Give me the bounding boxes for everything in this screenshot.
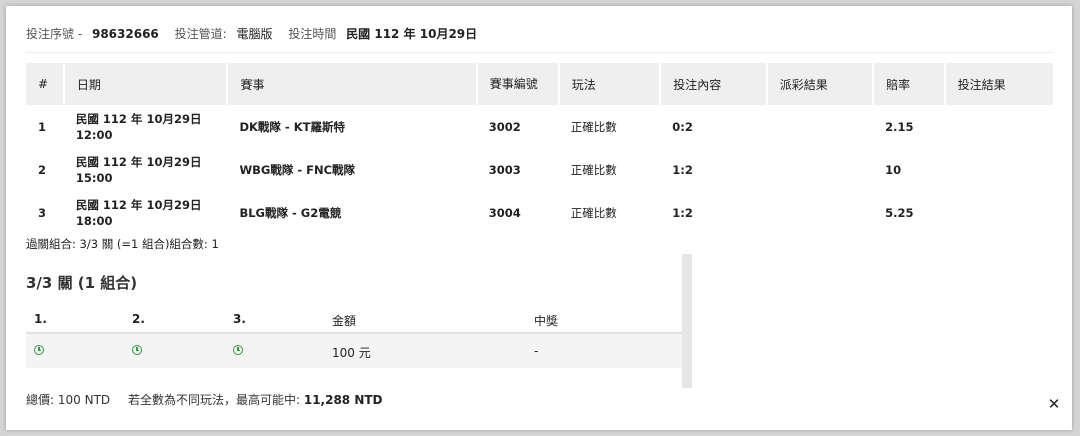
col-event-no: 賽事編號 bbox=[476, 63, 560, 105]
combo-prize: - bbox=[534, 344, 539, 358]
row-match: DK戰隊 - KT羅斯特 bbox=[239, 119, 345, 134]
row-payout bbox=[767, 191, 873, 234]
bet-footer: 總價: 100 NTD 若全數為不同玩法，最高可能中: 11,288 NTD bbox=[26, 391, 383, 408]
max-win-value: 11,288 NTD bbox=[303, 393, 383, 407]
row-date-time: 12:00 bbox=[75, 127, 113, 142]
col-play: 玩法 bbox=[558, 63, 662, 105]
combo-col-1: 1. bbox=[34, 312, 47, 326]
col-match: 賽事 bbox=[227, 63, 478, 105]
serial-value: 98632666 bbox=[91, 27, 159, 41]
combo-leg-1-status[interactable] bbox=[34, 344, 44, 358]
row-date-day: 民國 112 年 10月29日 bbox=[75, 154, 202, 169]
row-index: 3 bbox=[38, 205, 47, 220]
combo-col-amount: 金額 bbox=[332, 314, 357, 328]
total-value: 100 NTD bbox=[57, 393, 111, 407]
time-label: 投注時間 bbox=[288, 27, 337, 41]
row-payout bbox=[767, 105, 873, 148]
channel-label: 投注管道: bbox=[174, 27, 227, 41]
row-date: 民國 112 年 10月29日 18:00 bbox=[64, 191, 228, 234]
combo-scrollbar[interactable] bbox=[682, 254, 692, 388]
row-odds: 5.25 bbox=[885, 205, 914, 220]
row-play: 正確比數 bbox=[570, 119, 617, 134]
max-win-label: 若全數為不同玩法，最高可能中: bbox=[127, 393, 301, 407]
combo-col-prize: 中獎 bbox=[534, 314, 559, 328]
row-event-no: 3003 bbox=[488, 162, 521, 177]
combo-title: 3/3 關 (1 組合) bbox=[26, 274, 138, 292]
row-bet: 0:2 bbox=[672, 119, 693, 134]
bets-table: # 日期 賽事 賽事編號 玩法 投注內容 派彩結果 賠率 投注結果 1 民國 1… bbox=[26, 63, 1053, 234]
header-divider bbox=[26, 52, 1053, 53]
row-event-no: 3002 bbox=[488, 119, 521, 134]
clock-icon[interactable] bbox=[34, 345, 44, 355]
col-bet: 投注內容 bbox=[660, 63, 768, 105]
row-match: WBG戰隊 - FNC戰隊 bbox=[239, 162, 356, 177]
total-label: 總價: bbox=[26, 393, 55, 407]
row-date-time: 18:00 bbox=[75, 213, 113, 228]
table-row: 3 民國 112 年 10月29日 18:00 BLG戰隊 - G2電競 300… bbox=[26, 191, 1053, 234]
close-icon[interactable]: ✕ bbox=[1046, 396, 1062, 412]
row-date: 民國 112 年 10月29日 15:00 bbox=[64, 148, 228, 191]
row-odds: 10 bbox=[885, 162, 902, 177]
combo-row: 100 元 - bbox=[26, 334, 682, 368]
row-index: 2 bbox=[38, 162, 47, 177]
combo-summary: 過關組合: 3/3 關 (=1 組合)組合數: 1 bbox=[26, 237, 219, 251]
bet-header: 投注序號 - 98632666 投注管道: 電腦版 投注時間 民國 112 年 … bbox=[26, 25, 477, 42]
row-odds: 2.15 bbox=[885, 119, 914, 134]
row-date-time: 15:00 bbox=[75, 170, 113, 185]
time-value: 民國 112 年 10月29日 bbox=[346, 27, 478, 41]
combo-col-2: 2. bbox=[132, 312, 145, 326]
row-date-day: 民國 112 年 10月29日 bbox=[75, 197, 202, 212]
col-payout: 派彩結果 bbox=[766, 63, 875, 105]
col-odds: 賠率 bbox=[873, 63, 946, 105]
col-index: # bbox=[26, 63, 65, 105]
row-result bbox=[945, 191, 1053, 234]
table-row: 2 民國 112 年 10月29日 15:00 WBG戰隊 - FNC戰隊 30… bbox=[26, 148, 1053, 191]
combo-amount: 100 元 bbox=[332, 346, 371, 360]
row-bet: 1:2 bbox=[672, 205, 693, 220]
row-bet: 1:2 bbox=[672, 162, 693, 177]
table-row: 1 民國 112 年 10月29日 12:00 DK戰隊 - KT羅斯特 300… bbox=[26, 105, 1053, 148]
channel-value: 電腦版 bbox=[236, 27, 273, 41]
row-index: 1 bbox=[38, 119, 47, 134]
serial-label: 投注序號 - bbox=[26, 27, 83, 41]
row-play: 正確比數 bbox=[570, 205, 617, 220]
clock-icon[interactable] bbox=[233, 345, 243, 355]
row-date-day: 民國 112 年 10月29日 bbox=[75, 111, 202, 126]
bets-table-header: # 日期 賽事 賽事編號 玩法 投注內容 派彩結果 賠率 投注結果 bbox=[26, 63, 1053, 105]
combo-leg-2-status[interactable] bbox=[132, 344, 142, 358]
row-match: BLG戰隊 - G2電競 bbox=[239, 205, 342, 220]
row-play: 正確比數 bbox=[570, 162, 617, 177]
combo-table-header: 1. 2. 3. 金額 中獎 bbox=[26, 304, 682, 334]
combo-col-3: 3. bbox=[233, 312, 246, 326]
row-result bbox=[945, 105, 1053, 148]
row-payout bbox=[767, 148, 873, 191]
col-date: 日期 bbox=[63, 63, 229, 105]
col-result: 投注結果 bbox=[944, 63, 1053, 105]
row-date: 民國 112 年 10月29日 12:00 bbox=[64, 105, 228, 148]
combo-section: 3/3 關 (1 組合) 1. 2. 3. 金額 中獎 100 元 - bbox=[26, 252, 692, 390]
bet-detail-panel: 投注序號 - 98632666 投注管道: 電腦版 投注時間 民國 112 年 … bbox=[6, 6, 1072, 430]
combo-leg-3-status[interactable] bbox=[233, 344, 243, 358]
row-event-no: 3004 bbox=[488, 205, 521, 220]
clock-icon[interactable] bbox=[132, 345, 142, 355]
row-result bbox=[945, 148, 1053, 191]
